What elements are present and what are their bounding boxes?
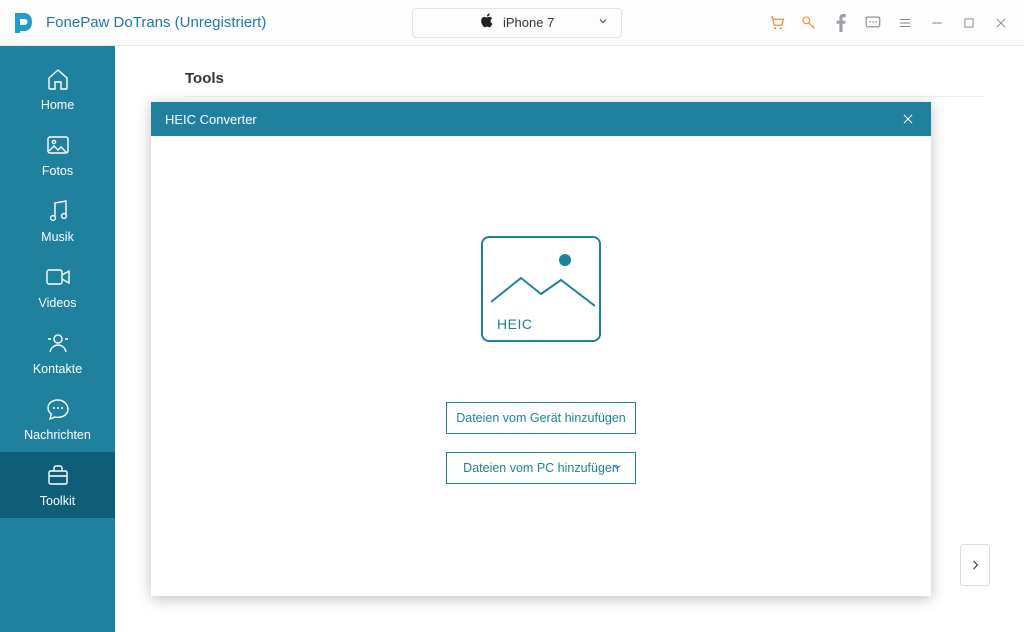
heic-illustration-icon: HEIC <box>481 236 601 342</box>
sidebar-item-messages[interactable]: Nachrichten <box>0 386 115 452</box>
tools-divider <box>185 96 984 97</box>
app-logo-icon <box>10 10 36 36</box>
home-icon <box>45 66 71 92</box>
video-icon <box>45 264 71 290</box>
toolkit-icon <box>45 462 71 488</box>
tools-heading: Tools <box>185 70 224 87</box>
sidebar: Home Fotos Musik Videos Kontakte <box>0 46 115 632</box>
contact-icon <box>45 330 71 356</box>
sidebar-item-label: Fotos <box>42 164 73 178</box>
sidebar-item-videos[interactable]: Videos <box>0 254 115 320</box>
heic-sun-icon <box>559 254 571 266</box>
sidebar-item-label: Toolkit <box>40 494 75 508</box>
next-page-button[interactable] <box>960 544 990 586</box>
feedback-icon[interactable] <box>864 14 882 32</box>
modal-title: HEIC Converter <box>165 112 257 127</box>
modal-header: HEIC Converter <box>151 102 931 136</box>
sidebar-item-label: Videos <box>39 296 77 310</box>
sidebar-item-label: Musik <box>41 230 74 244</box>
content-area: Tools HEIC Converter HEIC <box>115 46 1024 632</box>
maximize-icon[interactable] <box>960 14 978 32</box>
sidebar-item-music[interactable]: Musik <box>0 188 115 254</box>
titlebar: FonePaw DoTrans (Unregistriert) iPhone 7 <box>0 0 1024 46</box>
main: Home Fotos Musik Videos Kontakte <box>0 46 1024 632</box>
cart-icon[interactable] <box>768 14 786 32</box>
chevron-down-icon <box>597 14 609 32</box>
apple-icon <box>480 13 493 33</box>
sidebar-item-toolkit[interactable]: Toolkit <box>0 452 115 518</box>
sidebar-item-label: Nachrichten <box>24 428 91 442</box>
heic-label: HEIC <box>497 316 532 332</box>
close-window-icon[interactable] <box>992 14 1010 32</box>
chevron-down-icon <box>611 461 623 476</box>
sidebar-item-label: Kontakte <box>33 362 82 376</box>
close-icon[interactable] <box>899 110 917 128</box>
add-from-pc-button[interactable]: Dateien vom PC hinzufügen <box>446 452 636 484</box>
music-icon <box>45 198 71 224</box>
device-selector[interactable]: iPhone 7 <box>412 8 622 38</box>
sidebar-item-label: Home <box>41 98 74 112</box>
message-icon <box>45 396 71 422</box>
photo-icon <box>45 132 71 158</box>
heic-converter-modal: HEIC Converter HEIC Dateien vom Gerät hi… <box>151 102 931 596</box>
button-label: Dateien vom Gerät hinzufügen <box>456 411 626 425</box>
title-actions <box>768 14 1010 32</box>
facebook-icon[interactable] <box>832 14 850 32</box>
app-title: FonePaw DoTrans (Unregistriert) <box>46 14 266 31</box>
heic-mountains-icon <box>491 272 595 310</box>
sidebar-item-photos[interactable]: Fotos <box>0 122 115 188</box>
minimize-icon[interactable] <box>928 14 946 32</box>
key-icon[interactable] <box>800 14 818 32</box>
menu-icon[interactable] <box>896 14 914 32</box>
sidebar-item-home[interactable]: Home <box>0 56 115 122</box>
modal-body: HEIC Dateien vom Gerät hinzufügen Dateie… <box>151 136 931 596</box>
device-name: iPhone 7 <box>503 15 554 30</box>
button-label: Dateien vom PC hinzufügen <box>463 461 619 475</box>
sidebar-item-contacts[interactable]: Kontakte <box>0 320 115 386</box>
add-from-device-button[interactable]: Dateien vom Gerät hinzufügen <box>446 402 636 434</box>
